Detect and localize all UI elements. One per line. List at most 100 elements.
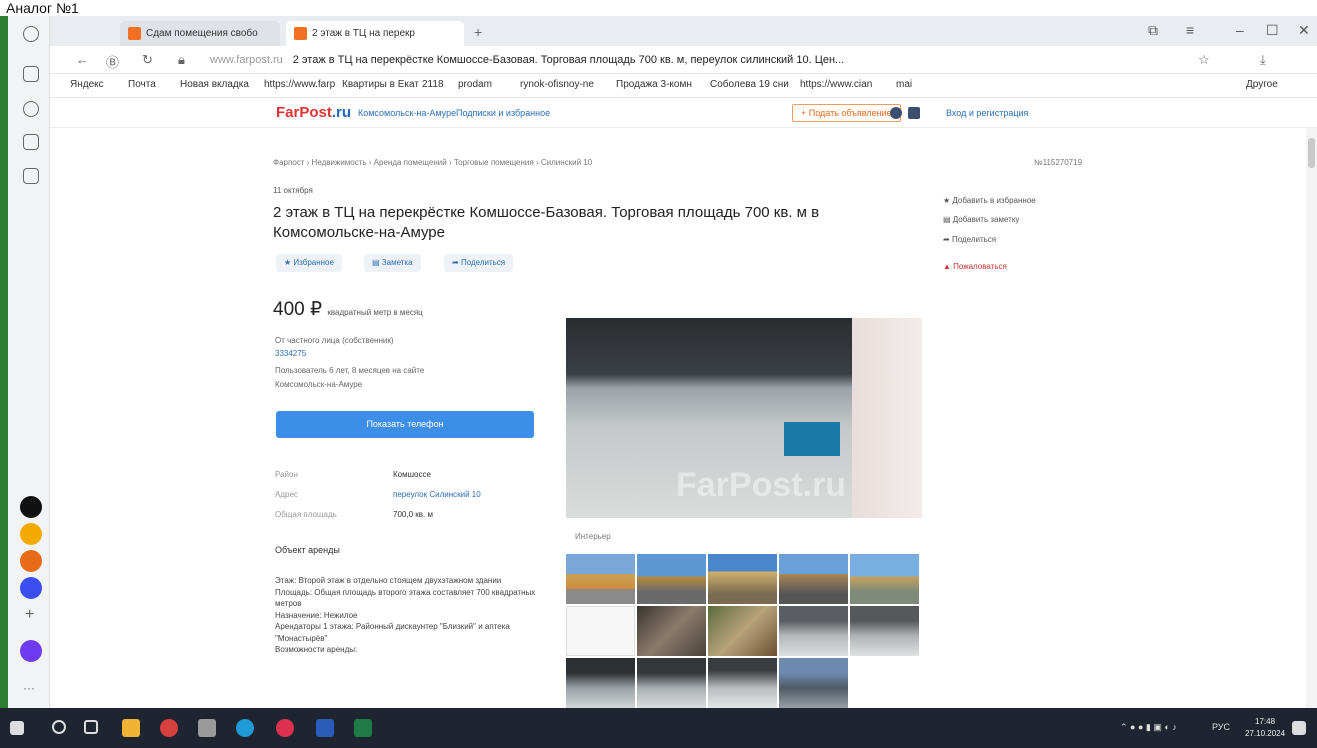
scrollbar-thumb[interactable] — [1308, 138, 1315, 168]
breadcrumb[interactable]: Фарпост › Недвижимость › Аренда помещени… — [273, 158, 592, 167]
language-indicator[interactable]: РУС — [1212, 722, 1230, 732]
bookmark-kvartiry[interactable]: Квартиры в Екат — [342, 79, 419, 90]
bookmark-prodazha[interactable]: Продажа 3-комн — [616, 79, 692, 90]
gallery-thumb[interactable] — [566, 554, 635, 604]
main-photo[interactable]: FarPost.ru — [566, 318, 922, 518]
tabs-menu-icon[interactable]: ⧉ — [1148, 22, 1158, 39]
search-icon[interactable] — [52, 720, 66, 734]
gallery-thumb[interactable] — [850, 554, 919, 604]
app-icon-3[interactable] — [20, 550, 42, 572]
address-link[interactable]: переулок Силинский 10 — [393, 490, 481, 499]
app-icon[interactable] — [198, 719, 216, 737]
bookmark-other[interactable]: Другое — [1246, 79, 1278, 90]
app-icon-2[interactable] — [20, 523, 42, 545]
new-tab-icon[interactable]: + — [474, 24, 482, 40]
bookmark-soboleva[interactable]: Соболева 19 сни — [710, 79, 789, 90]
screenshot-icon[interactable] — [23, 168, 39, 184]
taskview-icon[interactable] — [84, 720, 98, 734]
edge-icon[interactable] — [236, 719, 254, 737]
minimize-icon[interactable]: – — [1236, 22, 1244, 38]
tab-2-active[interactable]: 2 этаж в ТЦ на перекр — [286, 21, 464, 46]
tab-count-icon[interactable] — [23, 134, 39, 150]
login-link[interactable]: Вход и регистрация — [946, 108, 1028, 118]
url-host: www.farpost.ru — [210, 54, 283, 66]
gallery-thumb[interactable] — [566, 658, 635, 708]
gallery-thumb[interactable] — [779, 658, 848, 708]
collections-icon[interactable] — [23, 66, 39, 82]
browser-sidebar: + ··· — [8, 16, 50, 708]
vertical-scrollbar[interactable] — [1306, 128, 1317, 708]
add-panel-icon[interactable]: + — [25, 606, 34, 624]
gallery-thumb-floorplan[interactable] — [566, 606, 635, 656]
seller-since: Пользователь 6 лет, 8 месяцев на сайте — [275, 366, 425, 375]
farpost-logo[interactable]: FarPost.ru — [276, 104, 351, 121]
close-icon[interactable]: ✕ — [1298, 22, 1310, 39]
tray-icons[interactable]: ⌃ ● ● ▮ ▣ ◐ ♪ — [1120, 722, 1177, 733]
photo-wall — [852, 318, 922, 518]
reload-icon[interactable]: ↻ — [142, 52, 153, 68]
bookmark-yandex[interactable]: Яндекс — [70, 79, 104, 90]
messages-icon[interactable] — [908, 107, 920, 119]
yandex-browser-icon[interactable] — [160, 719, 178, 737]
gallery-thumb[interactable] — [637, 606, 706, 656]
opera-icon[interactable] — [276, 719, 294, 737]
gallery-thumb[interactable] — [708, 606, 777, 656]
alice-icon[interactable] — [20, 640, 42, 662]
gallery-thumb[interactable] — [637, 554, 706, 604]
bookmark-mail[interactable]: Почта — [128, 79, 156, 90]
report-link[interactable]: ▲ Пожаловаться — [943, 262, 1007, 271]
bookmark-newtab[interactable]: Новая вкладка — [180, 79, 249, 90]
share-link[interactable]: ➦ Поделиться — [943, 235, 996, 244]
back-icon[interactable]: ← — [76, 52, 89, 67]
tab-label: Сдам помещения свобо — [146, 28, 258, 39]
gallery-label: Интерьер — [575, 532, 611, 541]
more-icon[interactable]: ··· — [23, 681, 35, 695]
clock[interactable]: 17:48 27.10.2024 — [1245, 716, 1285, 740]
app-icon-1[interactable] — [20, 496, 42, 518]
maximize-icon[interactable]: ☐ — [1266, 22, 1279, 39]
bookmark-cian[interactable]: https://www.cian — [800, 79, 872, 90]
start-icon[interactable] — [10, 721, 24, 735]
warning-icon: ▲ — [943, 262, 954, 271]
bookmark-prodam[interactable]: prodam — [458, 79, 492, 90]
share-button[interactable]: ➦ Поделиться — [444, 254, 514, 272]
add-note-link[interactable]: ▤ Добавить заметку — [943, 215, 1019, 224]
tab-label: 2 этаж в ТЦ на перекр — [312, 28, 415, 39]
seller-type: От частного лица (собственник) — [275, 336, 394, 345]
gallery-thumb[interactable] — [779, 554, 848, 604]
share-icon: ➦ — [943, 235, 952, 244]
bookmark-farp[interactable]: https://www.farp — [264, 79, 335, 90]
tab-1[interactable]: Сдам помещения свобо — [120, 21, 280, 46]
settings-icon[interactable] — [890, 107, 902, 119]
note-button[interactable]: ▤ Заметка — [364, 254, 421, 272]
download-icon[interactable]: ⤓ — [1260, 52, 1266, 68]
menu-icon[interactable]: ≡ — [1186, 22, 1194, 38]
window-edge — [0, 16, 8, 708]
add-favorite-link[interactable]: ★ Добавить в избранное — [943, 196, 1036, 205]
excel-icon[interactable] — [354, 719, 372, 737]
subscriptions-link[interactable]: Подписки и избранное — [456, 108, 550, 118]
bookmark-2118[interactable]: 2118 — [422, 79, 444, 90]
gallery-thumb[interactable] — [850, 606, 919, 656]
bookmark-mai[interactable]: mai — [896, 79, 912, 90]
media-icon[interactable] — [23, 101, 39, 117]
show-phone-button[interactable]: Показать телефон — [276, 411, 534, 438]
gallery-thumb[interactable] — [708, 554, 777, 604]
gallery-thumb[interactable] — [708, 658, 777, 708]
word-icon[interactable] — [316, 719, 334, 737]
url-field[interactable]: www.farpost.ru 2 этаж в ТЦ на перекрёстке… — [210, 52, 844, 68]
city-link[interactable]: Комсомольск-на-Амуре — [358, 108, 456, 118]
description: Этаж: Второй этаж в отдельно стоящем дву… — [275, 575, 555, 656]
notifications-icon[interactable] — [1292, 721, 1306, 735]
bookmark-rynok[interactable]: rynok-ofisnoy-ne — [520, 79, 594, 90]
favorite-button[interactable]: ★ Избранное — [276, 254, 342, 272]
post-ad-button[interactable]: + Подать объявление — [792, 104, 901, 122]
gallery-thumb[interactable] — [637, 658, 706, 708]
seller-link[interactable]: 3334275 — [275, 349, 306, 358]
bookmark-star-icon[interactable]: ☆ — [1198, 52, 1210, 68]
history-icon[interactable] — [23, 26, 39, 42]
gallery-thumb[interactable] — [779, 606, 848, 656]
explorer-icon[interactable] — [122, 719, 140, 737]
yandex-b-icon[interactable]: Ⓑ — [106, 52, 119, 71]
app-icon-4[interactable] — [20, 577, 42, 599]
